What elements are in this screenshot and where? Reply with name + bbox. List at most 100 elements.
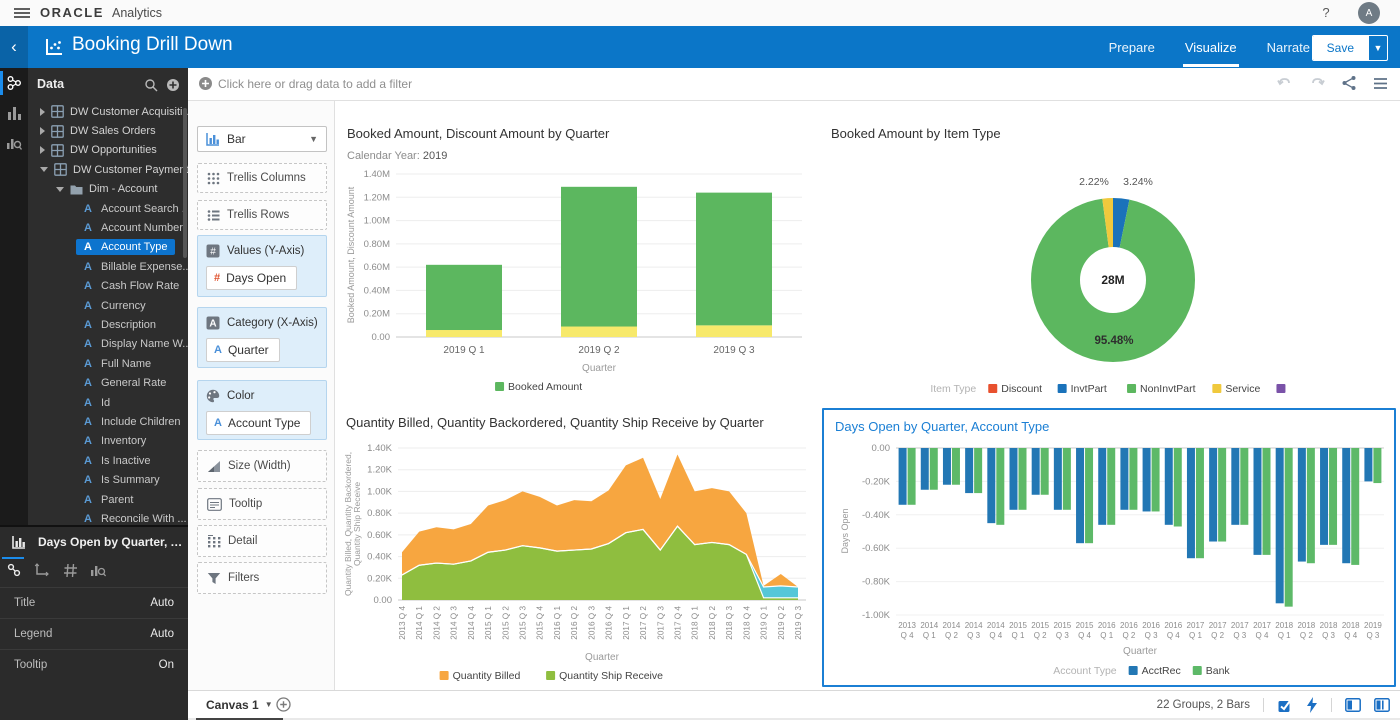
redo-icon[interactable] <box>1309 76 1325 90</box>
collapse-arrow-icon[interactable] <box>56 186 64 192</box>
undo-icon[interactable] <box>1277 76 1293 90</box>
tree-item-dim-account[interactable]: Dim - Account <box>28 180 188 199</box>
layout-panel-split-icon[interactable] <box>1374 697 1390 712</box>
tree-item-is-summary[interactable]: A Is Summary <box>28 470 188 489</box>
field-pill-days-open[interactable]: # Days Open <box>206 266 298 290</box>
tree-item-display-name-w[interactable]: A Display Name W... <box>28 335 188 354</box>
add-filter-icon[interactable] <box>198 76 213 96</box>
tab-general-properties[interactable] <box>0 557 28 583</box>
data-panel-scrollbar[interactable] <box>183 108 187 258</box>
hamburger-menu-icon[interactable] <box>14 8 30 18</box>
tree-item-cash-flow-rate[interactable]: A Cash Flow Rate <box>28 277 188 296</box>
tree-item-full-name[interactable]: A Full Name <box>28 354 188 373</box>
attribute-item-selected[interactable]: A Account Type <box>76 239 176 256</box>
drop-zone-filters[interactable]: Filters <box>197 562 327 594</box>
property-row-tooltip[interactable]: Tooltip On <box>0 649 188 680</box>
drop-zone-values-y-axis[interactable]: # Values (Y-Axis) # Days Open <box>197 235 327 297</box>
attribute-item[interactable]: A Full Name <box>76 356 159 372</box>
tab-axis-properties[interactable] <box>28 557 56 583</box>
menu-list-icon[interactable] <box>1373 77 1388 90</box>
save-dropdown-button[interactable]: ▼ <box>1368 36 1387 60</box>
tree-item-include-children[interactable]: A Include Children <box>28 412 188 431</box>
expand-arrow-icon[interactable] <box>40 127 45 136</box>
save-button[interactable]: Save <box>1312 36 1368 60</box>
tree-item-currency[interactable]: A Currency <box>28 296 188 315</box>
attribute-item[interactable]: A Billable Expense... <box>76 259 188 275</box>
attribute-item[interactable]: A Include Children <box>76 414 188 430</box>
property-value[interactable]: Auto <box>150 597 174 609</box>
tree-item-account-search[interactable]: A Account Search ... <box>28 199 188 218</box>
avatar[interactable]: A <box>1358 2 1380 24</box>
tree-item-is-inactive[interactable]: A Is Inactive <box>28 451 188 470</box>
analytics-rail-icon[interactable] <box>0 128 28 158</box>
tree-item-billable-expense[interactable]: A Billable Expense... <box>28 257 188 276</box>
tree-item-id[interactable]: A Id <box>28 393 188 412</box>
header-tab-visualize[interactable]: Visualize <box>1182 28 1239 67</box>
drop-zone-size-width[interactable]: Size (Width) <box>197 450 327 482</box>
attribute-item[interactable]: A Description <box>76 317 164 333</box>
tree-item-dw-opportunities[interactable]: DW Opportunities <box>28 141 188 160</box>
attribute-item[interactable]: A Display Name W... <box>76 336 188 352</box>
tree-item-general-rate[interactable]: A General Rate <box>28 373 188 392</box>
attribute-item[interactable]: A Reconcile With ... <box>76 511 188 525</box>
attribute-item[interactable]: A General Rate <box>76 375 174 391</box>
canvas-tab[interactable]: Canvas 1 ▼ <box>196 691 283 720</box>
canvas-tab-caret-icon[interactable]: ▼ <box>265 700 273 709</box>
tree-item-description[interactable]: A Description <box>28 315 188 334</box>
tree-item-dw-customer-acquisiti[interactable]: DW Customer Acquisiti... <box>28 102 188 121</box>
tab-values-properties[interactable] <box>56 557 84 583</box>
attribute-item[interactable]: A Account Number <box>76 220 188 236</box>
chart-booked-amount-by-quarter[interactable]: Booked Amount, Discount Amount by Quarte… <box>340 105 820 410</box>
header-tab-prepare[interactable]: Prepare <box>1107 28 1157 67</box>
attribute-item[interactable]: A Currency <box>76 298 154 314</box>
attribute-item[interactable]: A Parent <box>76 492 141 508</box>
add-canvas-icon[interactable] <box>276 697 291 717</box>
help-icon[interactable]: ? <box>1318 5 1334 20</box>
attribute-item[interactable]: A Inventory <box>76 433 154 449</box>
property-row-legend[interactable]: Legend Auto <box>0 618 188 649</box>
chart-booked-amount-by-item-type[interactable]: Booked Amount by Item Type 2.22% 3.24% 95.4… <box>822 105 1395 410</box>
attribute-item[interactable]: A Id <box>76 395 118 411</box>
assignments-check-icon[interactable] <box>1277 697 1293 713</box>
attribute-item[interactable]: A Cash Flow Rate <box>76 278 187 294</box>
drop-zone-detail[interactable]: Detail <box>197 525 327 557</box>
attribute-item[interactable]: A Is Summary <box>76 472 168 488</box>
field-pill-quarter[interactable]: A Quarter <box>206 338 280 362</box>
chart-days-open-by-quarter-account-type[interactable]: Days Open by Quarter, Account Type 0.00 -0… <box>822 408 1396 687</box>
search-icon[interactable] <box>144 78 158 97</box>
properties-rows: Title Auto Legend Auto Tooltip On <box>0 587 188 680</box>
expand-arrow-icon[interactable] <box>40 146 45 155</box>
layout-panel-left-icon[interactable] <box>1345 697 1361 712</box>
tree-item-account-number[interactable]: A Account Number <box>28 218 188 237</box>
tree-item-parent[interactable]: A Parent <box>28 490 188 509</box>
expand-arrow-icon[interactable] <box>40 107 45 116</box>
auto-apply-lightning-icon[interactable] <box>1306 696 1318 713</box>
drop-zone-tooltip[interactable]: Tooltip <box>197 488 327 520</box>
drop-zone-trellis-columns[interactable]: Trellis Columns <box>197 163 327 193</box>
tree-item-dw-customer-payment[interactable]: DW Customer Payment <box>28 160 188 179</box>
visualizations-rail-icon[interactable] <box>0 98 28 128</box>
header-tab-narrate[interactable]: Narrate <box>1265 28 1312 67</box>
field-pill-account-type[interactable]: A Account Type <box>206 411 312 435</box>
data-sources-rail-icon[interactable] <box>0 68 28 98</box>
drop-zone-color[interactable]: Color A Account Type <box>197 380 327 440</box>
drop-zone-category-x-axis[interactable]: A Category (X-Axis) A Quarter <box>197 307 327 368</box>
add-dataset-icon[interactable] <box>166 78 180 97</box>
chart-quantity-by-quarter[interactable]: Quantity Billed, Quantity Backordered, Q… <box>340 410 820 690</box>
tree-item-reconcile-with[interactable]: A Reconcile With ... <box>28 509 188 525</box>
property-value[interactable]: Auto <box>150 628 174 640</box>
attribute-item[interactable]: A Account Search ... <box>76 201 188 217</box>
viz-type-select[interactable]: Bar ▼ <box>197 126 327 152</box>
tree-item-inventory[interactable]: A Inventory <box>28 432 188 451</box>
attribute-item[interactable]: A Is Inactive <box>76 453 159 469</box>
property-row-title[interactable]: Title Auto <box>0 587 188 618</box>
share-icon[interactable] <box>1341 75 1357 91</box>
property-value[interactable]: On <box>159 659 174 671</box>
collapse-arrow-icon[interactable] <box>40 167 48 173</box>
tab-analytics-properties[interactable] <box>84 557 112 583</box>
tree-item-dw-sales-orders[interactable]: DW Sales Orders <box>28 121 188 140</box>
drop-zone-trellis-rows[interactable]: Trellis Rows <box>197 200 327 230</box>
tree-item-account-type[interactable]: A Account Type <box>28 238 188 257</box>
filter-bar-prompt[interactable]: Click here or drag data to add a filter <box>218 77 412 91</box>
back-button[interactable]: ‹ <box>0 26 28 68</box>
